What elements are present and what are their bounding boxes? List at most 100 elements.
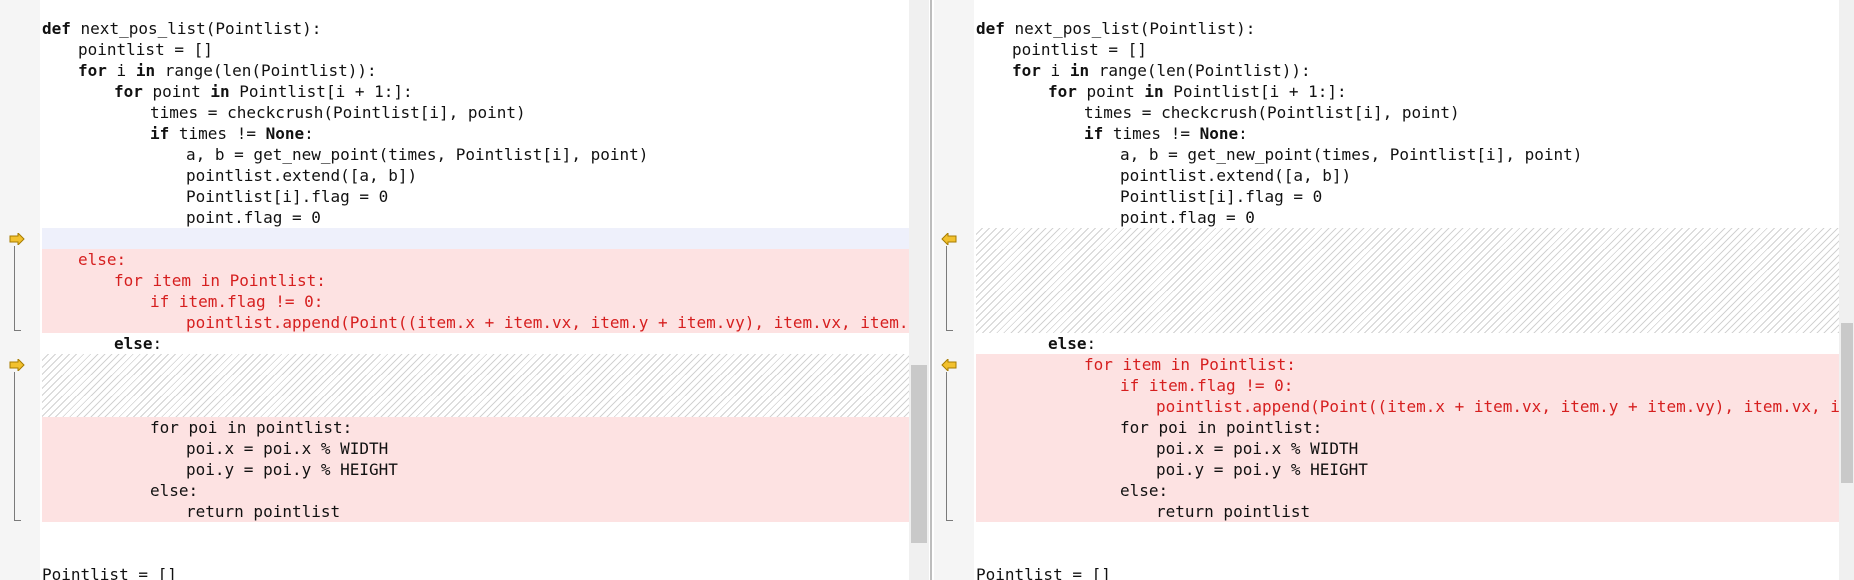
code-text: return pointlist xyxy=(186,502,341,521)
left-scrollbar-thumb[interactable] xyxy=(911,365,927,543)
code-keyword: for xyxy=(1048,82,1077,101)
code-line: for item in Pointlist: xyxy=(42,270,910,291)
code-text: times != xyxy=(169,124,266,143)
code-line xyxy=(42,354,910,375)
code-line: Pointlist[i].flag = 0 xyxy=(42,186,910,207)
code-keyword: in xyxy=(210,82,230,101)
code-text: : xyxy=(1238,124,1248,143)
code-keyword: for xyxy=(1012,61,1041,80)
code-text: pointlist = [] xyxy=(78,40,213,59)
code-text: : xyxy=(304,124,314,143)
code-text: pointlist.extend([a, b]) xyxy=(1120,166,1352,185)
arrow-right-icon[interactable] xyxy=(9,233,25,245)
code-text: poi.y = poi.y % HEIGHT xyxy=(186,460,398,479)
code-text: point xyxy=(1076,82,1145,101)
code-text: next_pos_list(Pointlist): xyxy=(70,19,322,38)
code-keyword: def xyxy=(42,19,71,38)
code-keyword: if xyxy=(150,124,170,143)
code-line: else: xyxy=(42,249,910,270)
code-line: times = checkcrush(Pointlist[i], point) xyxy=(42,102,910,123)
code-line: else: xyxy=(976,480,1839,501)
right-scrollbar-thumb[interactable] xyxy=(1841,323,1853,483)
arrow-left-icon[interactable] xyxy=(941,233,957,245)
code-text: if item.flag != 0: xyxy=(1120,376,1294,395)
code-keyword: if xyxy=(1084,124,1104,143)
left-vertical-scrollbar[interactable] xyxy=(909,0,929,580)
code-keyword: in xyxy=(1144,82,1164,101)
code-line: for point in Pointlist[i + 1:]: xyxy=(976,81,1839,102)
code-text: : xyxy=(152,334,163,353)
code-text: pointlist.append(Point((item.x + item.vx… xyxy=(1156,397,1839,416)
code-line: else: xyxy=(976,333,1839,354)
code-line: poi.y = poi.y % HEIGHT xyxy=(976,459,1839,480)
code-text: Pointlist[i].flag = 0 xyxy=(1120,187,1323,206)
code-keyword: else xyxy=(114,334,153,353)
code-text: a, b = get_new_point(times, Pointlist[i]… xyxy=(1120,145,1583,164)
pane-divider[interactable] xyxy=(930,0,932,580)
code-line: for i in range(len(Pointlist)): xyxy=(42,60,910,81)
change-bracket xyxy=(946,372,953,521)
code-text: for item in Pointlist: xyxy=(114,271,326,290)
code-line: pointlist = [] xyxy=(42,39,910,60)
code-text: return pointlist xyxy=(1156,502,1311,521)
code-line xyxy=(976,228,1839,249)
code-text: times = checkcrush(Pointlist[i], point) xyxy=(1084,103,1460,122)
code-line xyxy=(976,312,1839,333)
left-code: def next_pos_list(Pointlist): pointlist =… xyxy=(42,18,910,580)
code-line xyxy=(976,270,1839,291)
code-text: times != xyxy=(1103,124,1200,143)
arrow-left-icon[interactable] xyxy=(941,359,957,371)
code-text: i xyxy=(106,61,136,80)
right-code-pane[interactable]: def next_pos_list(Pointlist): pointlist =… xyxy=(934,0,1839,580)
right-gutter xyxy=(934,0,974,580)
code-text: i xyxy=(1040,61,1070,80)
code-line: pointlist.extend([a, b]) xyxy=(976,165,1839,186)
code-text: else: xyxy=(150,481,199,500)
code-text: poi.y = poi.y % HEIGHT xyxy=(1156,460,1368,479)
code-line: else: xyxy=(42,333,910,354)
right-code: def next_pos_list(Pointlist): pointlist =… xyxy=(976,18,1839,580)
code-keyword: for xyxy=(78,61,107,80)
code-line: return pointlist xyxy=(976,501,1839,522)
code-line: a, b = get_new_point(times, Pointlist[i]… xyxy=(42,144,910,165)
code-line: if times != None: xyxy=(976,123,1839,144)
code-line xyxy=(42,228,910,249)
code-text: next_pos_list(Pointlist): xyxy=(1004,19,1256,38)
code-line: if item.flag != 0: xyxy=(42,291,910,312)
code-text: for poi in pointlist: xyxy=(1120,418,1323,437)
code-keyword: None xyxy=(265,124,305,143)
code-text: times = checkcrush(Pointlist[i], point) xyxy=(150,103,526,122)
code-line: pointlist.extend([a, b]) xyxy=(42,165,910,186)
left-code-pane[interactable]: def next_pos_list(Pointlist): pointlist =… xyxy=(0,0,910,580)
code-keyword: in xyxy=(135,61,156,80)
change-bracket xyxy=(14,372,21,521)
right-vertical-scrollbar[interactable] xyxy=(1839,0,1854,580)
code-line: if item.flag != 0: xyxy=(976,375,1839,396)
code-text: point.flag = 0 xyxy=(186,208,321,227)
arrow-right-icon[interactable] xyxy=(9,359,25,371)
code-line: poi.y = poi.y % HEIGHT xyxy=(42,459,910,480)
code-text: a, b = get_new_point(times, Pointlist[i]… xyxy=(186,145,649,164)
code-text: range(len(Pointlist)): xyxy=(155,61,377,80)
code-line: Pointlist = [] xyxy=(42,564,910,580)
code-line: Pointlist[i].flag = 0 xyxy=(976,186,1839,207)
code-text: Pointlist = [] xyxy=(42,565,177,580)
code-line: else: xyxy=(42,480,910,501)
code-line: a, b = get_new_point(times, Pointlist[i]… xyxy=(976,144,1839,165)
code-keyword: in xyxy=(1069,61,1090,80)
code-line xyxy=(976,291,1839,312)
code-line: for point in Pointlist[i + 1:]: xyxy=(42,81,910,102)
code-keyword: else xyxy=(1048,334,1087,353)
change-bracket xyxy=(946,246,953,331)
code-text: poi.x = poi.x % WIDTH xyxy=(1156,439,1359,458)
code-text: for item in Pointlist: xyxy=(1084,355,1296,374)
code-text: Pointlist[i + 1:]: xyxy=(229,82,413,101)
code-line: if times != None: xyxy=(42,123,910,144)
code-text: : xyxy=(1086,334,1097,353)
code-text: Pointlist[i + 1:]: xyxy=(1163,82,1347,101)
code-line: for poi in pointlist: xyxy=(42,417,910,438)
code-text: point.flag = 0 xyxy=(1120,208,1255,227)
